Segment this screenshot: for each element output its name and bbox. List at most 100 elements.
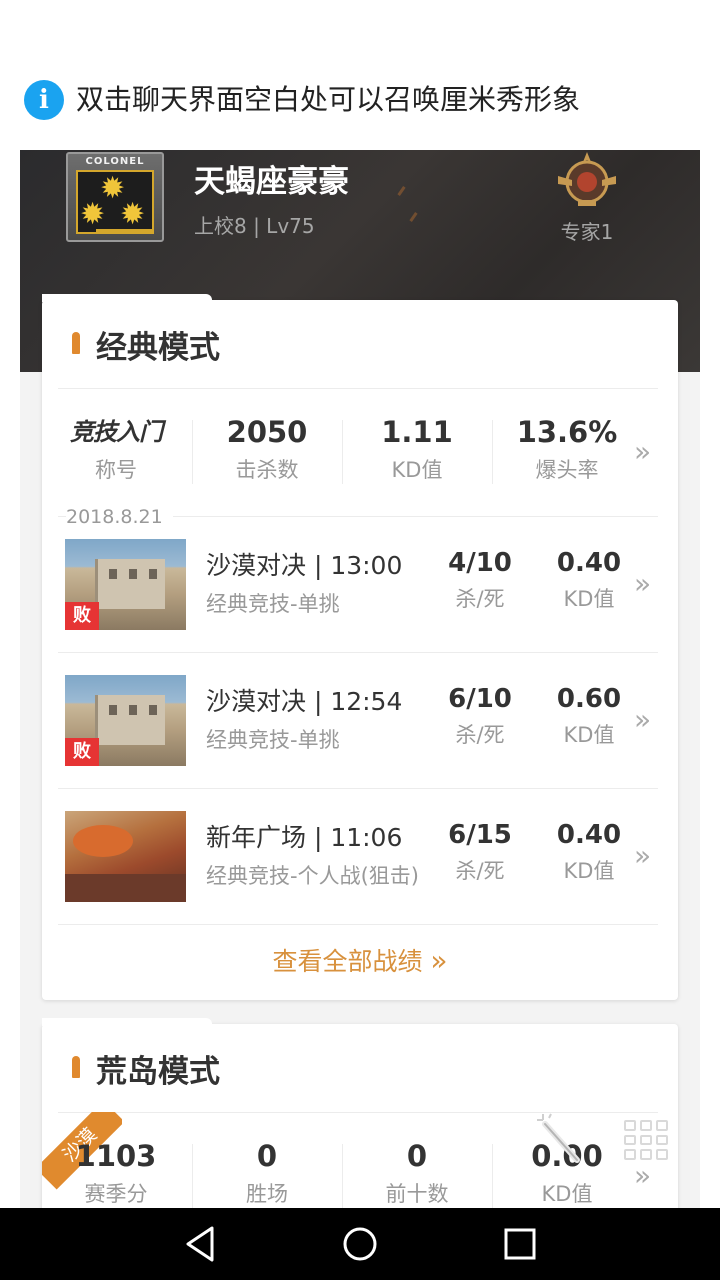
grid-menu-icon[interactable]	[624, 1120, 668, 1160]
stat-label: 杀/死	[455, 723, 505, 747]
chevron-right-icon[interactable]: »	[634, 438, 651, 466]
stat-value: 6/15	[448, 820, 512, 850]
stat-value: 0	[406, 1139, 428, 1173]
stat-label: 称号	[95, 458, 137, 482]
stat-label: 爆头率	[535, 458, 599, 482]
view-all-records-link[interactable]: 查看全部战绩 »	[42, 942, 678, 978]
magic-wand-icon[interactable]	[535, 1112, 583, 1164]
grid-cell	[624, 1149, 636, 1160]
match-title: 沙漠对决 | 12:54	[206, 687, 403, 716]
match-kill-death: 4/10 杀/死	[435, 546, 525, 618]
star-icon: ✹	[120, 197, 146, 232]
map-thumbnail: 败	[65, 675, 186, 766]
back-icon[interactable]	[180, 1224, 220, 1264]
stat-label: KD值	[391, 458, 443, 482]
match-title: 新年广场 | 11:06	[206, 823, 403, 852]
rank-badge-text: COLONEL	[85, 156, 145, 167]
classic-mode-title: 经典模式	[96, 330, 220, 366]
view-all-label: 查看全部战绩	[272, 947, 423, 976]
expert-label: 专家1	[560, 220, 614, 244]
map-window	[109, 705, 117, 715]
map-thumbnail: 败	[65, 539, 186, 630]
map-decoration	[73, 825, 133, 857]
background-speck	[409, 212, 418, 222]
map-building	[95, 559, 165, 609]
stat-label: 赛季分	[84, 1182, 148, 1206]
stat-value: 0.40	[556, 548, 622, 578]
stat-label: KD值	[563, 859, 615, 883]
match-row[interactable]: 败 沙漠对决 | 13:00 经典竞技-单挑 4/10 杀/死 0.40 KD值…	[42, 516, 678, 652]
bullet-icon	[72, 1056, 80, 1078]
grid-cell	[640, 1149, 652, 1160]
navigation-bar	[0, 1208, 720, 1280]
chevron-right-icon[interactable]: »	[634, 842, 651, 870]
profile-content: COLONEL ✹ ✹ ✹ 天蝎座豪豪 上校8 | Lv75 专家1 经典模式	[20, 150, 700, 1208]
stat-title: 竞技入门 称号	[42, 414, 190, 490]
stat-kills: 2050 击杀数	[193, 414, 341, 490]
loss-badge: 败	[65, 738, 99, 766]
map-window	[149, 705, 157, 715]
stat-value: 0.40	[556, 820, 622, 850]
stat-value: 1.11	[381, 415, 453, 449]
background-speck	[397, 186, 406, 196]
island-mode-title: 荒岛模式	[96, 1054, 220, 1090]
stat-value: 6/10	[448, 684, 512, 714]
chevron-right-icon[interactable]: »	[634, 570, 651, 598]
stat-season-score: 1103 赛季分	[42, 1138, 190, 1208]
stat-kd: 1.11 KD值	[343, 414, 491, 490]
stat-label: KD值	[563, 587, 615, 611]
stat-label: KD值	[563, 723, 615, 747]
chevron-right-icon[interactable]: »	[634, 1162, 651, 1190]
stat-label: 杀/死	[455, 859, 505, 883]
map-building	[95, 695, 165, 745]
map-window	[109, 569, 117, 579]
rank-insignia: ✹ ✹ ✹	[76, 170, 154, 234]
expert-emblem-icon[interactable]	[554, 150, 620, 208]
bullet-icon	[72, 332, 80, 354]
stat-label: 胜场	[246, 1182, 288, 1206]
match-mode: 经典竞技-个人战(狙击)	[206, 864, 419, 888]
card-notch	[42, 294, 212, 302]
map-thumbnail	[65, 811, 186, 902]
stat-label: 击杀数	[235, 458, 299, 482]
loss-badge: 败	[65, 602, 99, 630]
stat-label: 杀/死	[455, 587, 505, 611]
match-kill-death: 6/15 杀/死	[435, 818, 525, 890]
match-mode: 经典竞技-单挑	[206, 592, 340, 616]
card-notch	[42, 1018, 212, 1026]
stat-top-ten: 0 前十数	[343, 1138, 491, 1208]
grid-cell	[640, 1120, 652, 1131]
classic-stats-row[interactable]: 竞技入门 称号 2050 击杀数 1.11 KD值 13.6% 爆头率 »	[42, 388, 678, 518]
stat-wins: 0 胜场	[193, 1138, 341, 1208]
player-rank-level: 上校8 | Lv75	[194, 214, 315, 238]
stat-headshot: 13.6% 爆头率	[493, 414, 641, 490]
grid-cell	[640, 1134, 652, 1146]
stat-value: 0	[256, 1139, 278, 1173]
match-kill-death: 6/10 杀/死	[435, 682, 525, 754]
map-floor	[65, 874, 186, 902]
match-mode: 经典竞技-单挑	[206, 728, 340, 752]
map-window	[149, 569, 157, 579]
grid-cell	[656, 1134, 668, 1146]
match-title: 沙漠对决 | 13:00	[206, 551, 403, 580]
stat-value: 2050	[226, 415, 308, 449]
match-row[interactable]: 败 沙漠对决 | 12:54 经典竞技-单挑 6/10 杀/死 0.60 KD值…	[42, 652, 678, 788]
home-icon[interactable]	[340, 1224, 380, 1264]
double-chevron-icon: »	[430, 944, 448, 977]
info-icon: i	[24, 80, 64, 120]
tip-text: 双击聊天界面空白处可以召唤厘米秀形象	[76, 83, 581, 116]
chevron-right-icon[interactable]: »	[634, 706, 651, 734]
classic-mode-card: 经典模式 竞技入门 称号 2050 击杀数 1.11 KD值 13.6% 爆头率…	[42, 294, 678, 1000]
grid-cell	[656, 1149, 668, 1160]
stat-value: 竞技入门	[70, 418, 163, 446]
match-kd: 0.40 KD值	[544, 818, 634, 890]
map-window	[129, 569, 137, 579]
stat-label: KD值	[541, 1182, 593, 1206]
rank-badge: COLONEL ✹ ✹ ✹	[66, 152, 164, 242]
match-kd: 0.40 KD值	[544, 546, 634, 618]
player-name: 天蝎座豪豪	[194, 164, 349, 200]
recents-icon[interactable]	[500, 1224, 540, 1264]
divider	[58, 924, 658, 925]
match-row[interactable]: 新年广场 | 11:06 经典竞技-个人战(狙击) 6/15 杀/死 0.40 …	[42, 788, 678, 924]
stat-label: 前十数	[385, 1182, 449, 1206]
